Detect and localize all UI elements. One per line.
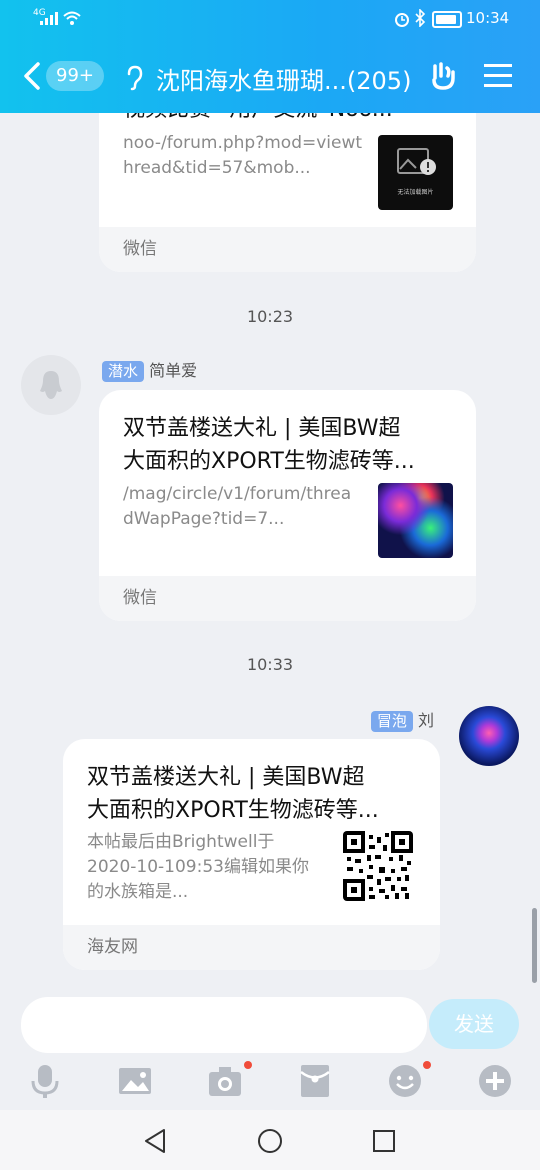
battery-icon [432, 11, 462, 28]
sender-row: 冒泡 刘 [370, 707, 434, 732]
card-description-line: 的水族箱是... [87, 882, 189, 902]
coral-photo-thumbnail [378, 483, 453, 558]
broken-image-icon [397, 148, 436, 175]
emoji-icon[interactable] [387, 1063, 423, 1099]
card-title: 视频比赛 “用户交流”Noo... [123, 113, 393, 126]
thumb-label: 无法加载图片 [397, 189, 434, 196]
image-icon[interactable] [117, 1063, 153, 1099]
card-title-line: 大面积的XPORT生物滤砖等... [87, 798, 379, 823]
message-input[interactable] [21, 997, 427, 1053]
chat-header: 4G 10:34 99+ 沈阳海水鱼珊瑚...(205) [0, 0, 540, 113]
system-nav-bar [0, 1110, 540, 1170]
message-card[interactable]: 视频比赛 “用户交流”Noo... noo-/forum.php?mod=vie… [99, 113, 476, 272]
red-packet-icon[interactable] [297, 1063, 333, 1099]
send-button[interactable]: 发送 [429, 999, 519, 1049]
notification-dot [244, 1061, 252, 1069]
sender-name: 简单爱 [149, 361, 198, 380]
nav-recents-icon[interactable] [372, 1129, 396, 1153]
member-level-tag: 潜水 [102, 361, 145, 382]
message-card[interactable]: 双节盖楼送大礼 | 美国BW超 大面积的XPORT生物滤砖等... 本帖最后由B… [63, 739, 440, 970]
card-source: 微信 [99, 576, 476, 621]
card-title-line: 双节盖楼送大礼 | 美国BW超 [87, 765, 365, 790]
timestamp: 10:33 [246, 655, 294, 674]
message-list[interactable]: 视频比赛 “用户交流”Noo... noo-/forum.php?mod=vie… [0, 113, 540, 990]
card-description-line: /mag/circle/v1/forum/threa [123, 484, 352, 504]
notification-dot [423, 1061, 431, 1069]
card-description-line: 2020-10-109:53编辑如果你 [87, 857, 309, 877]
card-title-line: 大面积的XPORT生物滤砖等... [123, 449, 415, 474]
microphone-icon[interactable] [27, 1063, 63, 1099]
default-avatar-icon [40, 371, 62, 399]
card-description-line: dWapPage?tid=7... [123, 509, 285, 529]
card-title-line: 双节盖楼送大礼 | 美国BW超 [123, 416, 401, 441]
group-name: 沈阳海水鱼珊瑚... [156, 67, 347, 95]
nav-back-icon[interactable] [142, 1127, 168, 1155]
nav-home-icon[interactable] [256, 1127, 284, 1155]
card-description: noo-/forum.php?mod=viewthread&tid=57&mob… [123, 133, 363, 178]
group-title[interactable]: 沈阳海水鱼珊瑚...(205) [156, 61, 411, 96]
earpiece-icon[interactable] [124, 64, 146, 92]
card-thumbnail: 无法加载图片 [378, 135, 453, 210]
hand-gesture-icon[interactable] [428, 60, 462, 94]
scrollbar[interactable] [532, 908, 537, 983]
member-count: (205) [346, 67, 412, 95]
alarm-icon [395, 13, 409, 27]
avatar[interactable] [21, 355, 81, 415]
signal-icon [40, 12, 58, 25]
plus-icon[interactable] [477, 1063, 513, 1099]
timestamp: 10:23 [246, 307, 294, 326]
avatar[interactable] [459, 706, 519, 766]
sender-name: 刘 [417, 711, 434, 730]
bluetooth-icon [415, 9, 426, 27]
unread-badge[interactable]: 99+ [46, 61, 104, 91]
qr-code-icon [343, 831, 413, 901]
card-source: 海友网 [63, 925, 440, 970]
message-card[interactable]: 双节盖楼送大礼 | 美国BW超 大面积的XPORT生物滤砖等... /mag/c… [99, 390, 476, 621]
card-source: 微信 [99, 227, 476, 272]
camera-icon[interactable] [207, 1063, 243, 1099]
wifi-icon [63, 11, 81, 25]
sender-row: 潜水 简单爱 [102, 357, 197, 382]
member-level-tag: 冒泡 [370, 711, 413, 732]
qr-code-thumbnail [343, 831, 413, 901]
menu-icon[interactable] [484, 63, 512, 89]
back-chevron-icon[interactable] [22, 62, 42, 90]
clock: 10:34 [466, 9, 510, 27]
card-description-line: 本帖最后由Brightwell于 [87, 832, 275, 852]
